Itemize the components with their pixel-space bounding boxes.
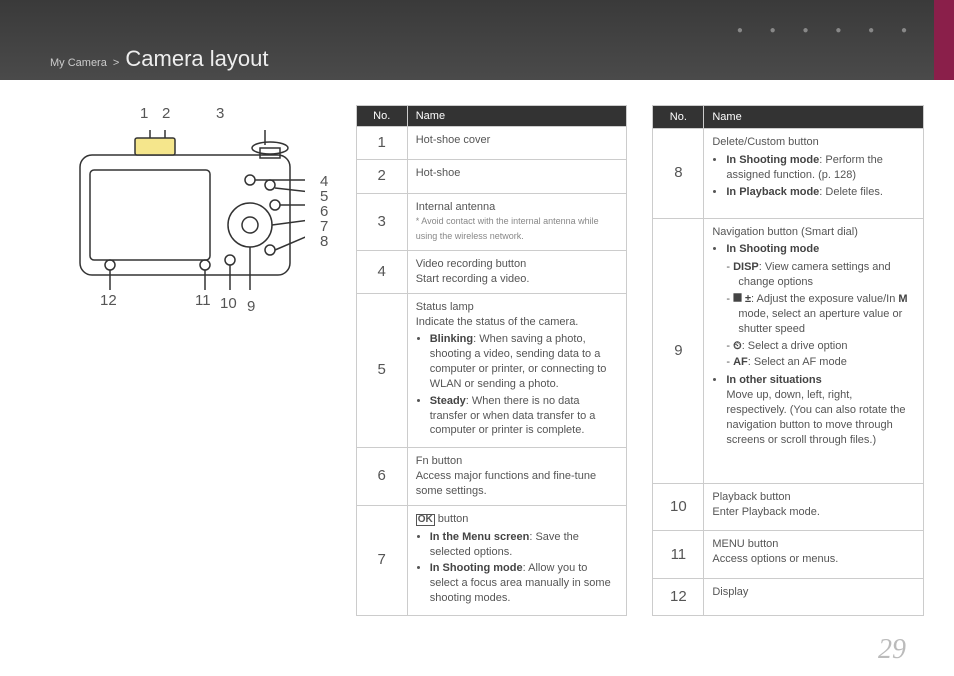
diagram-label-1: 1: [140, 105, 148, 122]
breadcrumb-title: Camera layout: [125, 46, 268, 71]
table-row: 1Hot-shoe cover: [356, 127, 627, 160]
cell-no: 9: [653, 218, 704, 483]
page: ● ● ● ● ● ● My Camera > Camera layout: [0, 0, 954, 676]
th-name: Name: [407, 106, 627, 127]
cell-name: Hot-shoe cover: [407, 127, 627, 160]
cell-no: 10: [653, 484, 704, 531]
breadcrumb-section: My Camera: [50, 57, 107, 69]
cell-no: 3: [356, 193, 407, 251]
page-number: 29: [878, 634, 906, 666]
diagram-label-9: 9: [247, 298, 255, 315]
diagram-label-2: 2: [162, 105, 170, 122]
cell-no: 12: [653, 578, 704, 615]
diagram-label-10: 10: [220, 295, 237, 312]
diagram-label-8: 8: [320, 233, 328, 250]
body: 1 2 3 4 5 6 7 8 9 10 11 12 No.Name 1Hot-…: [0, 80, 954, 616]
diagram-label-11: 11: [195, 292, 211, 309]
table-row: 4Video recording buttonStart recording a…: [356, 251, 627, 294]
th-no: No.: [653, 106, 704, 129]
cell-no: 1: [356, 127, 407, 160]
cell-name: Display: [704, 578, 924, 615]
table-row: 7OK buttonIn the Menu screen: Save the s…: [356, 505, 627, 615]
th-name: Name: [704, 106, 924, 129]
diagram-label-3: 3: [216, 105, 224, 122]
parts-table-right: No.Name 8Delete/Custom buttonIn Shooting…: [652, 105, 924, 616]
cell-name: Internal antenna* Avoid contact with the…: [407, 193, 627, 251]
cell-no: 4: [356, 251, 407, 294]
cell-no: 2: [356, 160, 407, 193]
cell-no: 7: [356, 505, 407, 615]
cell-name: Fn buttonAccess major functions and fine…: [407, 448, 627, 506]
table-row: 10Playback buttonEnter Playback mode.: [653, 484, 924, 531]
accent-bar: [934, 0, 954, 80]
cell-name: Navigation button (Smart dial)In Shootin…: [704, 218, 924, 483]
breadcrumb-sep: >: [113, 57, 119, 69]
page-header: ● ● ● ● ● ● My Camera > Camera layout: [0, 0, 954, 80]
camera-illustration: [75, 130, 305, 300]
table-row: 8Delete/Custom buttonIn Shooting mode: P…: [653, 129, 924, 218]
table-row: 5Status lampIndicate the status of the c…: [356, 293, 627, 448]
parts-table-left: No.Name 1Hot-shoe cover2Hot-shoe3Interna…: [356, 105, 628, 616]
table-row: 6Fn buttonAccess major functions and fin…: [356, 448, 627, 506]
cell-no: 11: [653, 531, 704, 578]
cell-name: OK buttonIn the Menu screen: Save the se…: [407, 505, 627, 615]
breadcrumb: My Camera > Camera layout: [50, 46, 268, 72]
table-row: 9Navigation button (Smart dial)In Shooti…: [653, 218, 924, 483]
camera-diagram: 1 2 3 4 5 6 7 8 9 10 11 12: [30, 105, 331, 616]
diagram-label-12: 12: [100, 292, 117, 309]
cell-name: Playback buttonEnter Playback mode.: [704, 484, 924, 531]
cell-name: Status lampIndicate the status of the ca…: [407, 293, 627, 448]
cell-no: 8: [653, 129, 704, 218]
table-row: 12Display: [653, 578, 924, 615]
table-row: 2Hot-shoe: [356, 160, 627, 193]
table-row: 3Internal antenna* Avoid contact with th…: [356, 193, 627, 251]
cell-name: MENU buttonAccess options or menus.: [704, 531, 924, 578]
header-dots: ● ● ● ● ● ●: [737, 25, 919, 36]
th-no: No.: [356, 106, 407, 127]
table-row: 11MENU buttonAccess options or menus.: [653, 531, 924, 578]
cell-name: Delete/Custom buttonIn Shooting mode: Pe…: [704, 129, 924, 218]
cell-no: 5: [356, 293, 407, 448]
cell-name: Hot-shoe: [407, 160, 627, 193]
cell-no: 6: [356, 448, 407, 506]
cell-name: Video recording buttonStart recording a …: [407, 251, 627, 294]
